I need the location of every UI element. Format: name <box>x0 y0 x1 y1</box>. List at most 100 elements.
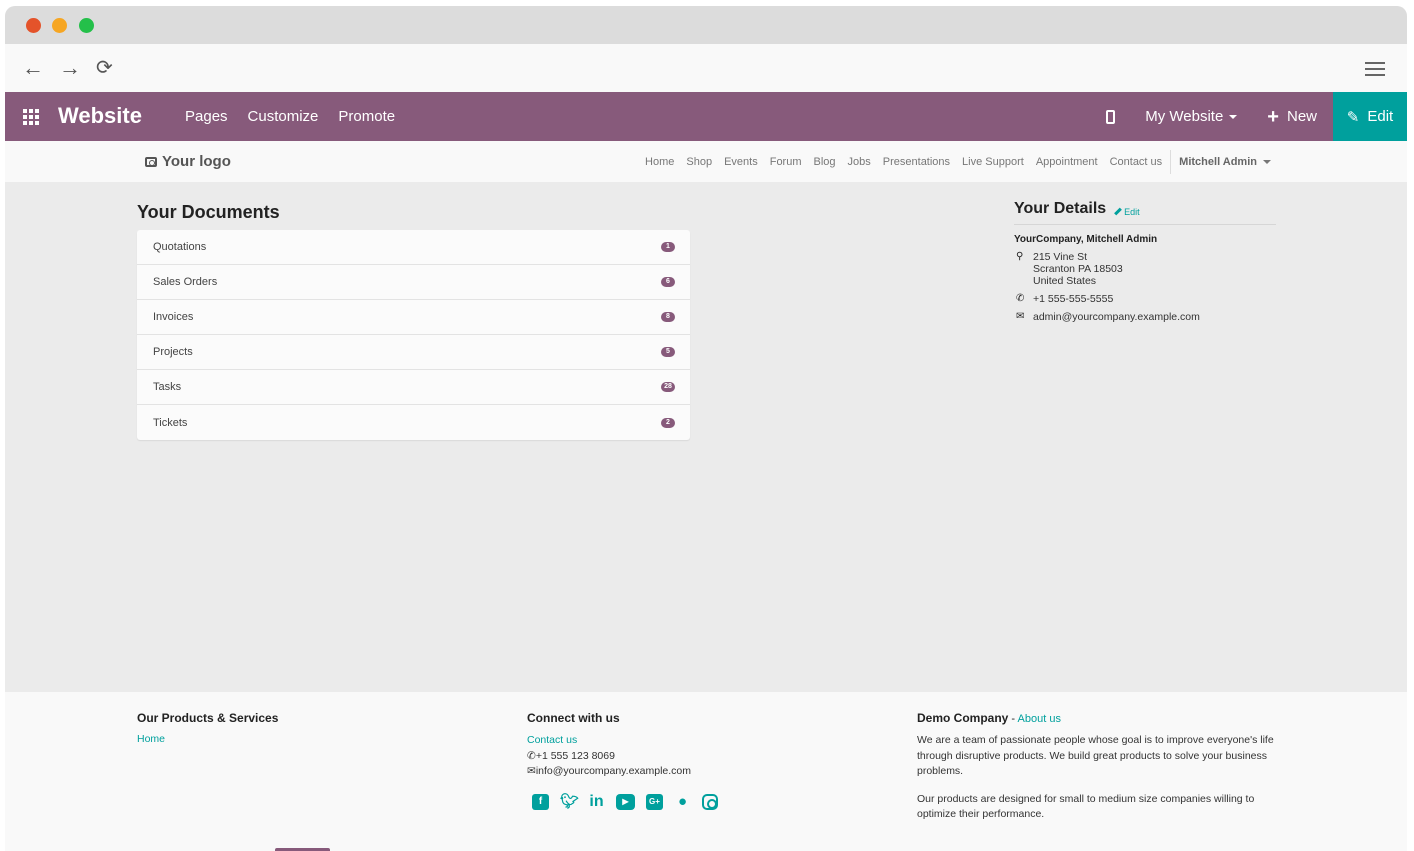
logo-text: Your logo <box>162 153 231 170</box>
nav-events[interactable]: Events <box>718 156 764 168</box>
nav-divider <box>1170 149 1172 174</box>
document-label: Sales Orders <box>153 276 218 288</box>
edit-label: Edit <box>1367 108 1394 125</box>
nav-live-support[interactable]: Live Support <box>956 156 1030 168</box>
count-badge: 1 <box>661 242 675 252</box>
footer-separator: - <box>1008 713 1018 725</box>
github-icon[interactable]: ● <box>674 793 691 810</box>
count-badge: 2 <box>661 417 675 428</box>
count-badge: 8 <box>661 312 675 322</box>
documents-title: Your Documents <box>137 202 280 222</box>
address-street: 215 Vine St <box>1033 251 1088 263</box>
document-item-sales-orders[interactable]: Sales Orders 6 <box>137 265 690 300</box>
document-label: Tasks <box>153 381 182 393</box>
footer-connect-column: Connect with us Contact us ✆+1 555 123 8… <box>527 711 718 810</box>
my-website-dropdown[interactable]: My Website <box>1145 108 1238 125</box>
nav-presentations[interactable]: Presentations <box>877 156 956 168</box>
nav-contact-us[interactable]: Contact us <box>1104 156 1169 168</box>
minimize-window-button[interactable] <box>52 18 67 33</box>
count-badge: 5 <box>661 347 675 357</box>
user-name: Mitchell Admin <box>1179 155 1257 168</box>
document-label: Invoices <box>153 311 194 323</box>
youtube-icon[interactable]: ▶ <box>616 793 635 810</box>
footer-products-column: Our Products & Services Home <box>137 711 278 745</box>
footer-email: ✉info@yourcompany.example.com <box>527 764 718 780</box>
social-links: f 🐦︎ in ▶ G+ ● <box>527 793 718 810</box>
details-header: Your Details Edit <box>1014 200 1276 225</box>
footer-about-heading: Demo Company - About us <box>917 711 1277 725</box>
forward-arrow-icon[interactable]: → <box>59 56 81 80</box>
nav-forum[interactable]: Forum <box>764 156 808 168</box>
reload-icon[interactable]: ⟳ <box>96 56 113 80</box>
email-line: ✉ admin@yourcompany.example.com <box>1014 311 1276 323</box>
caret-down-icon <box>1229 114 1238 119</box>
footer-home-link[interactable]: Home <box>137 733 165 745</box>
footer-products-title: Our Products & Services <box>137 711 279 725</box>
pencil-icon: ✎ <box>1346 108 1360 126</box>
title-bar <box>5 6 1407 44</box>
footer-connect-title: Connect with us <box>527 711 620 725</box>
details-edit-label: Edit <box>1124 206 1140 217</box>
app-title: Website <box>58 103 142 128</box>
hamburger-menu-icon[interactable] <box>1365 62 1385 80</box>
twitter-icon[interactable]: 🐦︎ <box>560 793 579 810</box>
site-logo[interactable]: Your logo <box>145 153 231 170</box>
edit-button[interactable]: ✎ Edit <box>1333 92 1407 141</box>
user-menu-dropdown[interactable]: Mitchell Admin <box>1173 156 1271 168</box>
count-badge: 6 <box>661 277 675 287</box>
google-plus-icon[interactable]: G+ <box>646 793 663 810</box>
address-city: Scranton PA 18503 <box>1033 263 1123 275</box>
back-arrow-icon[interactable]: ← <box>22 56 44 80</box>
footer-phone: ✆+1 555 123 8069 <box>527 749 718 765</box>
pencil-icon <box>1114 207 1123 216</box>
footer-contact-link[interactable]: Contact us <box>527 734 577 746</box>
phone-value: +1 555-555-5555 <box>1033 293 1114 305</box>
plus-icon: + <box>1267 105 1279 128</box>
browser-window: ← → ⟳ Website Pages Customize Promote My… <box>5 6 1407 851</box>
document-item-tasks[interactable]: Tasks 28 <box>137 370 690 405</box>
maximize-window-button[interactable] <box>79 18 94 33</box>
linkedin-icon[interactable]: in <box>588 793 605 810</box>
count-badge: 28 <box>661 382 675 392</box>
address-country: United States <box>1033 275 1097 287</box>
document-item-projects[interactable]: Projects 5 <box>137 335 690 370</box>
footer-about-link[interactable]: About us <box>1018 713 1061 725</box>
nav-shop[interactable]: Shop <box>680 156 718 168</box>
mobile-preview-icon[interactable] <box>1106 109 1116 124</box>
facebook-icon[interactable]: f <box>532 793 549 810</box>
document-label: Quotations <box>153 241 207 253</box>
menu-customize[interactable]: Customize <box>248 108 319 125</box>
documents-list: Quotations 1 Sales Orders 6 Invoices 8 P… <box>137 230 690 440</box>
menu-promote[interactable]: Promote <box>338 108 395 125</box>
caret-down-icon <box>1263 159 1271 164</box>
menu-pages[interactable]: Pages <box>185 108 228 125</box>
main-content: Your Documents Quotations 1 Sales Orders… <box>5 182 1407 692</box>
nav-home[interactable]: Home <box>639 156 680 168</box>
nav-jobs[interactable]: Jobs <box>842 156 877 168</box>
footer-company-name: Demo Company <box>917 711 1009 725</box>
details-edit-link[interactable]: Edit <box>1114 207 1140 217</box>
instagram-icon[interactable] <box>702 793 718 810</box>
phone-line: ✆ +1 555-555-5555 <box>1014 293 1276 305</box>
site-header: Your logo Home Shop Events Forum Blog Jo… <box>5 141 1407 182</box>
new-button[interactable]: + New <box>1267 105 1317 128</box>
apps-grid-icon[interactable] <box>23 109 39 125</box>
document-item-quotations[interactable]: Quotations 1 <box>137 230 690 265</box>
email-value: admin@yourcompany.example.com <box>1033 311 1200 323</box>
odoo-menu: Pages Customize Promote <box>185 108 395 125</box>
nav-blog[interactable]: Blog <box>808 156 842 168</box>
details-title: Your Details <box>1014 200 1107 217</box>
close-window-button[interactable] <box>26 18 41 33</box>
site-footer: Our Products & Services Home Connect wit… <box>5 692 1407 851</box>
envelope-icon: ✉ <box>1016 311 1025 322</box>
document-label: Tickets <box>153 416 188 429</box>
map-marker-icon: ⚲ <box>1016 251 1024 262</box>
document-item-invoices[interactable]: Invoices 8 <box>137 300 690 335</box>
site-nav: Home Shop Events Forum Blog Jobs Present… <box>639 141 1271 182</box>
nav-appointment[interactable]: Appointment <box>1030 156 1104 168</box>
camera-icon <box>145 156 157 167</box>
document-item-tickets[interactable]: Tickets 2 <box>137 405 690 440</box>
phone-icon: ✆ <box>527 749 536 762</box>
odoo-top-bar: Website Pages Customize Promote My Websi… <box>5 92 1407 141</box>
your-details-panel: Your Details Edit YourCompany, Mitchell … <box>1014 200 1276 323</box>
